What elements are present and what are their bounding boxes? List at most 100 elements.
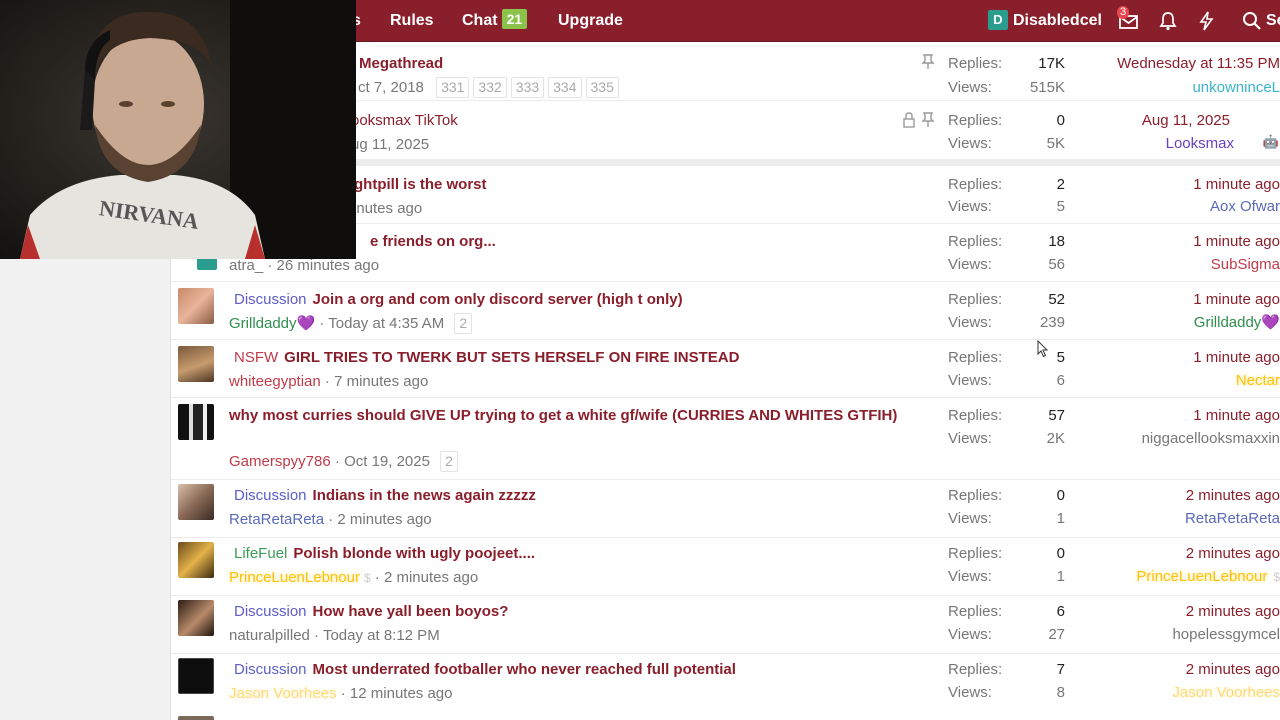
- account-menu[interactable]: D Disabledcel: [988, 0, 1102, 42]
- thread-prefix-label[interactable]: Discussion: [234, 661, 307, 678]
- thread-prefix-label[interactable]: Discussion: [234, 603, 307, 620]
- last-post-date[interactable]: 1 minute ago: [1193, 288, 1280, 311]
- thread-author[interactable]: Gamerspyy786: [229, 453, 331, 470]
- views-label: Views:: [948, 79, 992, 96]
- thread-title[interactable]: How have yall been boyos?: [313, 603, 509, 620]
- views-count: 56: [1048, 256, 1065, 273]
- thread-title[interactable]: why most curries should GIVE UP trying t…: [229, 404, 929, 427]
- avatar[interactable]: [178, 484, 214, 520]
- thread-row[interactable]: why most curries should GIVE UP trying t…: [171, 398, 1280, 480]
- last-post-date[interactable]: 1 minute ago: [1193, 404, 1280, 427]
- page-link[interactable]: 335: [585, 77, 619, 98]
- replies-label: Replies:: [948, 349, 1003, 366]
- avatar[interactable]: [178, 658, 214, 694]
- last-post-date[interactable]: Aug 11, 2025: [1142, 109, 1230, 132]
- heart-icon: 💜: [1261, 314, 1280, 331]
- thread-title[interactable]: ghtpill is the worst: [354, 173, 487, 196]
- avatar[interactable]: [178, 716, 214, 720]
- last-post-user[interactable]: niggacellooksmaxxin: [1142, 427, 1280, 450]
- avatar[interactable]: [178, 288, 214, 324]
- thread-title[interactable]: Indians in the news again zzzzz: [313, 487, 536, 504]
- views-count: 2K: [1046, 430, 1065, 447]
- thread-author[interactable]: whiteegyptian: [229, 373, 321, 390]
- views-count: 27: [1048, 626, 1065, 643]
- avatar[interactable]: [178, 600, 214, 636]
- replies-label: Replies:: [948, 176, 1003, 193]
- thread-title[interactable]: GIRL TRIES TO TWERK BUT SETS HERSELF ON …: [284, 349, 739, 366]
- thread-title[interactable]: Polish blonde with ugly poojeet....: [293, 545, 535, 562]
- thread-title[interactable]: Most underrated footballer who never rea…: [313, 661, 736, 678]
- last-post-user[interactable]: unkowninceL: [1192, 76, 1280, 99]
- thread-row[interactable]: Discussion Join a org and com only discor…: [171, 282, 1280, 340]
- thread-prefix-label[interactable]: LifeFuel: [234, 545, 287, 562]
- avatar[interactable]: [178, 542, 214, 578]
- replies-count: 57: [1048, 407, 1065, 424]
- last-post-user[interactable]: Jason Voorhees: [1172, 681, 1280, 704]
- last-post-date[interactable]: 1 minute ago: [1193, 230, 1280, 253]
- nav-upgrade-link[interactable]: Upgrade: [558, 0, 623, 42]
- thread-row[interactable]: Discussion Indians in the news again zzzz…: [171, 480, 1280, 538]
- last-post-date[interactable]: 2 minutes ago: [1186, 484, 1280, 507]
- last-post-user[interactable]: hopelessgymcel: [1172, 623, 1280, 646]
- page-link[interactable]: 333: [510, 77, 545, 98]
- thread-author[interactable]: naturalpilled: [229, 627, 310, 644]
- thread-date: Today at 4:35 AM: [328, 315, 445, 332]
- thread-row[interactable]: Discussion Most underrated footballer who…: [171, 654, 1280, 720]
- thread-meta: Jason Voorhees · 12 minutes ago: [229, 685, 453, 702]
- thread-row[interactable]: Discussion How have yall been boyos? natu…: [171, 596, 1280, 654]
- thread-author[interactable]: Grilldaddy: [229, 315, 297, 332]
- thread-meta: Grilldaddy💜 · Today at 4:35 AM 2: [229, 312, 476, 335]
- thread-date: ct 7, 2018: [358, 79, 424, 96]
- thread-title[interactable]: e friends on org...: [370, 230, 496, 253]
- page-link[interactable]: 2: [440, 451, 458, 472]
- bell-icon[interactable]: [1157, 11, 1179, 31]
- last-post-date[interactable]: 1 minute ago: [1193, 173, 1280, 196]
- last-post-user[interactable]: Nectar: [1236, 369, 1280, 392]
- thread-prefix-label[interactable]: Discussion: [234, 487, 307, 504]
- mouse-cursor-icon: [1037, 339, 1049, 358]
- views-count: 1: [1056, 510, 1065, 527]
- last-post-user[interactable]: SubSigma: [1211, 253, 1280, 276]
- robot-icon: 🤖: [1262, 134, 1279, 149]
- last-post-username[interactable]: PrinceLuenLebnour: [1136, 568, 1267, 585]
- thread-row[interactable]: NSFW GIRL TRIES TO TWERK BUT SETS HERSELF…: [171, 340, 1280, 398]
- search-label[interactable]: Se: [1266, 0, 1280, 42]
- last-post-user[interactable]: PrinceLuenLebnour $: [1136, 565, 1280, 589]
- thread-author[interactable]: RetaRetaReta: [229, 511, 324, 528]
- lightning-icon[interactable]: [1196, 11, 1218, 31]
- last-post-date[interactable]: Wednesday at 11:35 PM: [1117, 52, 1280, 75]
- thread-row[interactable]: LifeFuel Polish blonde with ugly poojeet.…: [171, 538, 1280, 596]
- nav-chat-link[interactable]: Chat 21: [462, 0, 528, 42]
- thread-title[interactable]: Megathread: [359, 52, 443, 75]
- last-post-username[interactable]: Grilldaddy: [1194, 314, 1262, 331]
- thread-prefix-label[interactable]: Discussion: [234, 291, 307, 308]
- page-link[interactable]: 332: [473, 77, 507, 98]
- replies-count: 2: [1056, 176, 1065, 193]
- thread-title[interactable]: ooksmax TikTok: [351, 109, 458, 132]
- thread-meta: Gamerspyy786 · Oct 19, 2025 2: [229, 450, 462, 473]
- thread-author[interactable]: Jason Voorhees: [229, 685, 337, 702]
- thread-prefix-label[interactable]: NSFW: [234, 349, 278, 366]
- last-post-user[interactable]: RetaRetaReta: [1185, 507, 1280, 530]
- last-post-date[interactable]: 2 minutes ago: [1186, 542, 1280, 565]
- thread-date: 12 minutes ago: [349, 685, 453, 702]
- views-count: 5K: [1046, 135, 1065, 152]
- replies-label: Replies:: [948, 291, 1003, 308]
- last-post-date[interactable]: 2 minutes ago: [1186, 658, 1280, 681]
- last-post-user[interactable]: Aox Ofwar: [1210, 195, 1280, 218]
- last-post-user[interactable]: Looksmax: [1166, 132, 1234, 155]
- thread-title[interactable]: Join a org and com only discord server (…: [313, 291, 683, 308]
- search-icon[interactable]: [1242, 11, 1264, 31]
- avatar[interactable]: [178, 346, 214, 382]
- replies-count: 0: [1056, 112, 1065, 129]
- thread-author[interactable]: PrinceLuenLebnour: [229, 569, 360, 586]
- avatar[interactable]: [178, 404, 214, 440]
- page-link[interactable]: 334: [548, 77, 582, 98]
- nav-rules-link[interactable]: Rules: [390, 0, 434, 42]
- page-link[interactable]: 2: [454, 313, 473, 334]
- thread-author[interactable]: atra_: [229, 257, 263, 274]
- last-post-date[interactable]: 2 minutes ago: [1186, 600, 1280, 623]
- last-post-user[interactable]: Grilldaddy💜: [1194, 311, 1280, 334]
- page-link[interactable]: 331: [436, 77, 470, 98]
- last-post-date[interactable]: 1 minute ago: [1193, 346, 1280, 369]
